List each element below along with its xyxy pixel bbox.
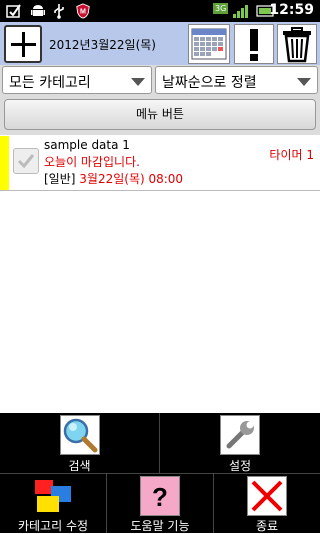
notification-icon <box>6 4 21 18</box>
status-time: 12:59 <box>269 2 314 18</box>
usb-icon <box>54 4 64 19</box>
quit-label: 종료 <box>255 519 279 533</box>
list-item[interactable]: sample data 1 오늘이 마감입니다. [일반] 3월22일(목) 0… <box>0 136 320 191</box>
network-type: 3G <box>213 3 229 14</box>
security-shield-icon: M <box>76 3 90 19</box>
settings-label: 설정 <box>228 459 252 473</box>
exclamation-icon <box>250 29 258 61</box>
category-icon <box>33 476 73 516</box>
svg-text:?: ? <box>152 482 168 512</box>
important-button[interactable] <box>234 24 274 64</box>
add-button[interactable] <box>4 25 42 63</box>
item-meta: [일반] 3월22일(목) 08:00 <box>44 170 183 187</box>
android-icon <box>31 5 45 16</box>
chevron-down-icon <box>297 78 311 86</box>
delete-button[interactable] <box>277 24 317 64</box>
trash-icon <box>283 27 311 63</box>
category-edit-label: 카테고리 수정 <box>17 519 89 533</box>
item-date: 3월22일(목) 08:00 <box>79 172 184 186</box>
search-label: 검색 <box>68 459 91 473</box>
filter-bar: 모든 카테고리 날짜순으로 정렬 <box>0 65 320 95</box>
quit-button[interactable]: 종료 <box>214 474 320 533</box>
signal-icon <box>233 5 248 18</box>
item-subtitle: 오늘이 마감입니다. <box>44 155 140 169</box>
item-timer: 타이머 1 <box>269 148 314 162</box>
item-color-stripe <box>0 136 9 190</box>
menu-button-row: 메뉴 버튼 <box>0 95 320 135</box>
category-dropdown-label: 모든 카테고리 <box>9 75 91 91</box>
chevron-down-icon <box>131 78 145 86</box>
check-icon <box>17 154 35 169</box>
item-checkbox[interactable] <box>13 148 39 174</box>
settings-button[interactable]: 설정 <box>160 413 320 473</box>
item-title: sample data 1 <box>44 138 130 152</box>
status-bar: M 3G 12:59 <box>0 0 320 22</box>
help-label: 도움말 기능 <box>130 519 190 533</box>
menu-button[interactable]: 메뉴 버튼 <box>4 99 316 130</box>
category-edit-button[interactable]: 카테고리 수정 <box>0 474 106 533</box>
search-button[interactable]: 검색 <box>0 413 159 473</box>
item-category: [일반] <box>44 172 76 186</box>
category-dropdown[interactable]: 모든 카테고리 <box>2 66 152 94</box>
bottom-toolbar: 검색 설정 카테고리 수정 ? 도움말 기능 종료 <box>0 413 320 533</box>
svg-text:M: M <box>80 8 86 16</box>
current-date: 2012년3월22일(목) <box>49 38 156 52</box>
calendar-button[interactable] <box>188 24 230 64</box>
wrench-icon <box>220 415 260 455</box>
header-bar: 2012년3월22일(목) <box>0 22 320 66</box>
help-button[interactable]: ? 도움말 기능 <box>107 474 213 533</box>
sort-dropdown-label: 날짜순으로 정렬 <box>162 75 257 91</box>
sort-dropdown[interactable]: 날짜순으로 정렬 <box>155 66 318 94</box>
search-icon <box>59 415 100 455</box>
close-icon <box>247 476 287 516</box>
calendar-icon <box>191 28 227 60</box>
help-icon: ? <box>140 476 180 516</box>
